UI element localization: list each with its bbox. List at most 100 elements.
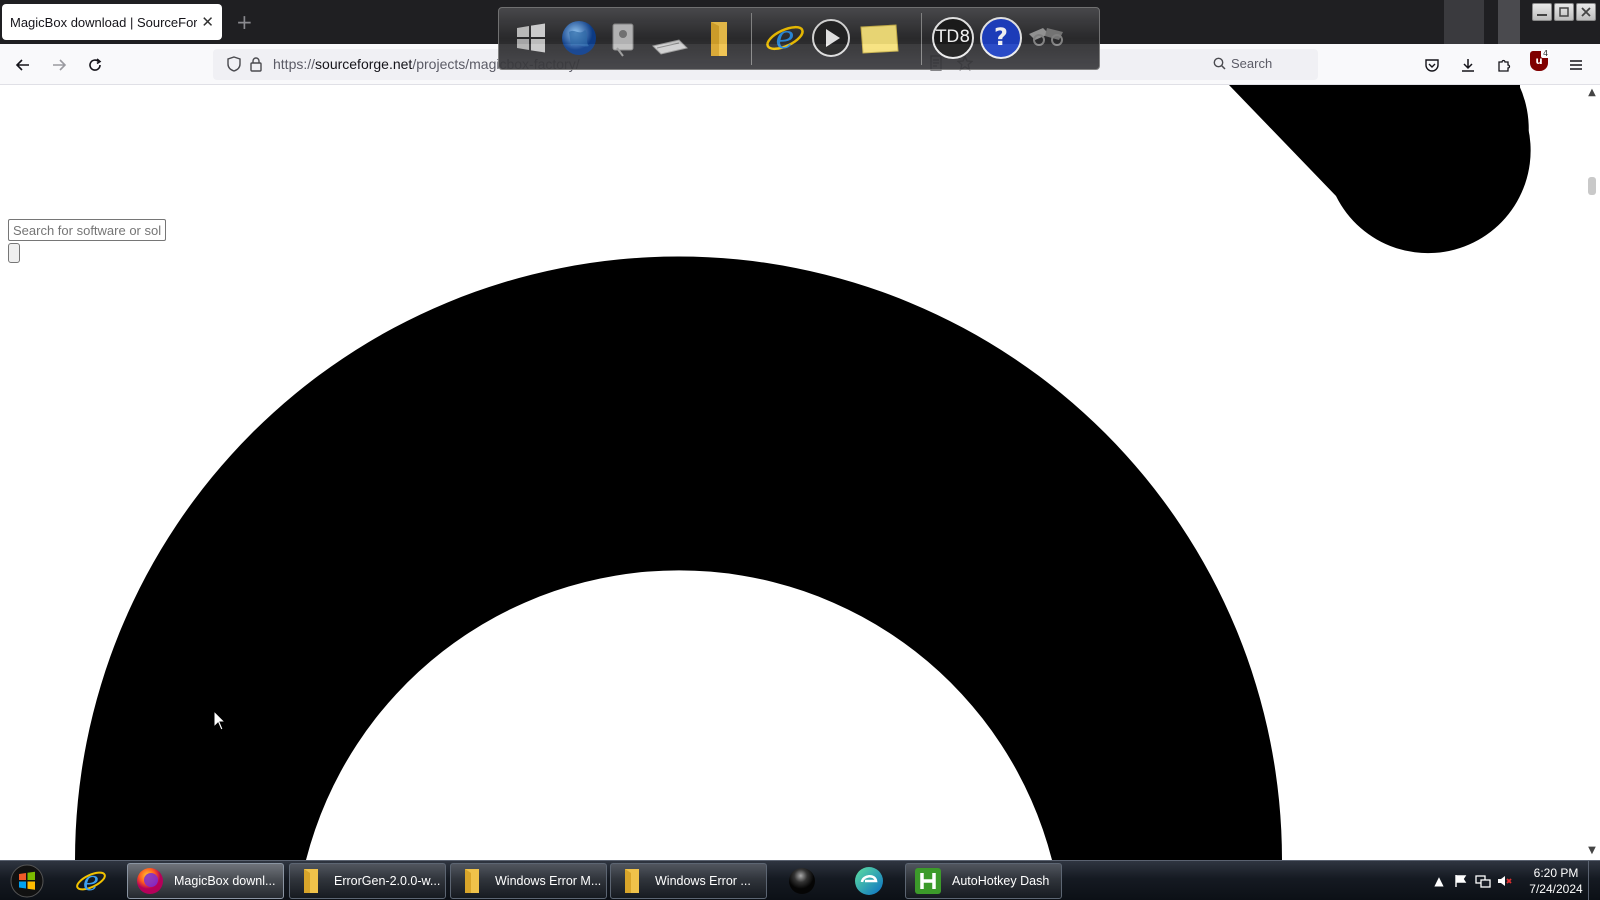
close-window-button[interactable] [1576, 3, 1596, 21]
control-panel-icon [612, 23, 634, 57]
dock-computer-icon[interactable] [647, 16, 691, 60]
internet-explorer-icon: e [766, 18, 804, 56]
arrow-right-icon [53, 59, 67, 71]
td8-label: TD8 [935, 27, 971, 47]
dock-separator [751, 13, 752, 65]
maximize-button[interactable] [1554, 3, 1574, 21]
taskbar-edge-app[interactable] [840, 863, 898, 899]
dock-media-player-icon[interactable] [809, 16, 853, 60]
clock-date: 7/24/2024 [1529, 882, 1583, 896]
mouse-cursor-icon [213, 710, 227, 731]
tools-icon [1029, 28, 1063, 46]
network-shape [1475, 875, 1491, 888]
minimize-icon [1537, 14, 1547, 16]
reload-icon [89, 58, 102, 71]
flag-shape [1455, 875, 1467, 887]
edge-icon [855, 867, 883, 895]
screen: MagicBox download | SourceForge.net ✕ + [0, 0, 1600, 900]
sticky-note-icon [860, 24, 899, 54]
page-scrollbar[interactable]: ▲ ▼ [1584, 85, 1600, 860]
forward-button[interactable] [46, 52, 72, 78]
folder-icon [625, 869, 639, 893]
new-tab-button[interactable]: + [236, 10, 253, 34]
rocket-dock: e TD8 ? [498, 7, 1100, 70]
show-desktop-button[interactable] [1588, 861, 1600, 900]
shield-icon-shape [227, 56, 241, 72]
volume-muted-icon[interactable] [1494, 871, 1516, 891]
taskbar-task-windows-error-2[interactable]: Windows Error ... [610, 863, 767, 899]
folder-icon [465, 869, 479, 893]
dock-td8-icon[interactable]: TD8 [931, 16, 975, 60]
folder-icon [711, 22, 727, 56]
scroll-up-icon[interactable]: ▲ [1586, 87, 1598, 99]
internet-explorer-icon: e [76, 866, 106, 897]
folder-icon [304, 869, 318, 893]
play-icon [812, 19, 850, 57]
taskbar-clock[interactable]: 6:20 PM 7/24/2024 [1526, 865, 1586, 897]
dock-control-panel-icon[interactable] [603, 16, 647, 60]
download-icon [1462, 59, 1474, 72]
close-tab-icon[interactable]: ✕ [201, 14, 214, 30]
url-host: sourceforge.net [315, 56, 413, 72]
network-icon[interactable] [1472, 871, 1494, 891]
dock-windows-logo-icon[interactable] [509, 16, 553, 60]
taskbar-orb-app[interactable] [773, 863, 831, 899]
help-label: ? [994, 23, 1008, 51]
taskbar-task-autohotkey[interactable]: AutoHotkey Dash [905, 863, 1062, 899]
task-label: MagicBox downl... [174, 874, 276, 888]
lock-icon-shape [250, 57, 262, 72]
lock-icon[interactable] [247, 55, 265, 73]
minimize-button[interactable] [1532, 3, 1552, 21]
windows-logo-icon [517, 23, 545, 53]
unstyled-svg-logo [75, 85, 1531, 860]
taskbar-task-windows-error-1[interactable]: Windows Error M... [450, 863, 607, 899]
back-button[interactable] [10, 52, 36, 78]
shield-icon[interactable] [225, 55, 243, 73]
dark-orb-icon [789, 868, 815, 894]
taskbar-task-firefox[interactable]: MagicBox downl... [127, 863, 284, 899]
dock-folder-icon[interactable] [697, 16, 741, 60]
site-search-submit-button[interactable] [8, 243, 20, 263]
extensions-button[interactable] [1492, 53, 1516, 77]
svg-text:e: e [83, 866, 99, 897]
tab-title: MagicBox download | SourceForge.net [10, 14, 198, 30]
windows-start-icon [10, 864, 44, 898]
logo-arc-shape [75, 256, 1283, 860]
dock-sticky-notes-icon[interactable] [857, 16, 901, 60]
action-center-flag-icon[interactable] [1450, 871, 1472, 891]
maximize-icon [1559, 7, 1569, 17]
logo-shape-top-right-fill [1260, 85, 1529, 234]
site-search-input[interactable] [8, 219, 166, 241]
start-button[interactable] [4, 862, 50, 900]
dock-internet-explorer-icon[interactable]: e [763, 16, 807, 60]
reload-button[interactable] [82, 52, 108, 78]
tab-strip-right [1440, 0, 1600, 44]
scrollbar-thumb[interactable] [1588, 177, 1596, 195]
pocket-button[interactable] [1420, 53, 1444, 77]
task-label: AutoHotkey Dash [952, 874, 1050, 888]
firefox-icon [137, 868, 163, 894]
tab-strip-block [1444, 0, 1484, 44]
dock-help-icon[interactable]: ? [979, 16, 1023, 60]
taskbar-ie-pin[interactable]: e [62, 863, 120, 899]
dock-tools-icon[interactable] [1025, 16, 1069, 60]
scroll-down-icon[interactable]: ▼ [1586, 845, 1598, 857]
url-scheme: https:// [273, 56, 316, 72]
system-tray: ▲ 6:20 PM 7/24/2024 [1428, 861, 1586, 900]
computer-icon [652, 39, 688, 55]
clock-time: 6:20 PM [1533, 866, 1579, 880]
speaker-shape [1498, 876, 1512, 886]
task-label: Windows Error ... [655, 874, 751, 888]
autohotkey-icon [915, 868, 941, 894]
downloads-button[interactable] [1456, 53, 1480, 77]
hamburger-menu-icon [1570, 60, 1582, 70]
taskbar-task-errorgen[interactable]: ErrorGen-2.0.0-w... [289, 863, 446, 899]
dock-globe-icon[interactable] [557, 16, 601, 60]
task-label: Windows Error M... [495, 874, 602, 888]
app-menu-button[interactable] [1564, 53, 1588, 77]
window-controls [1532, 3, 1596, 21]
tab-magicbox[interactable]: MagicBox download | SourceForge.net ✕ [2, 4, 222, 40]
windows-taskbar: e MagicBox downl... ErrorGen-2.0.0-w... … [0, 860, 1600, 900]
show-hidden-icons-icon[interactable]: ▲ [1428, 871, 1450, 891]
search-field[interactable]: Search [1213, 56, 1272, 71]
